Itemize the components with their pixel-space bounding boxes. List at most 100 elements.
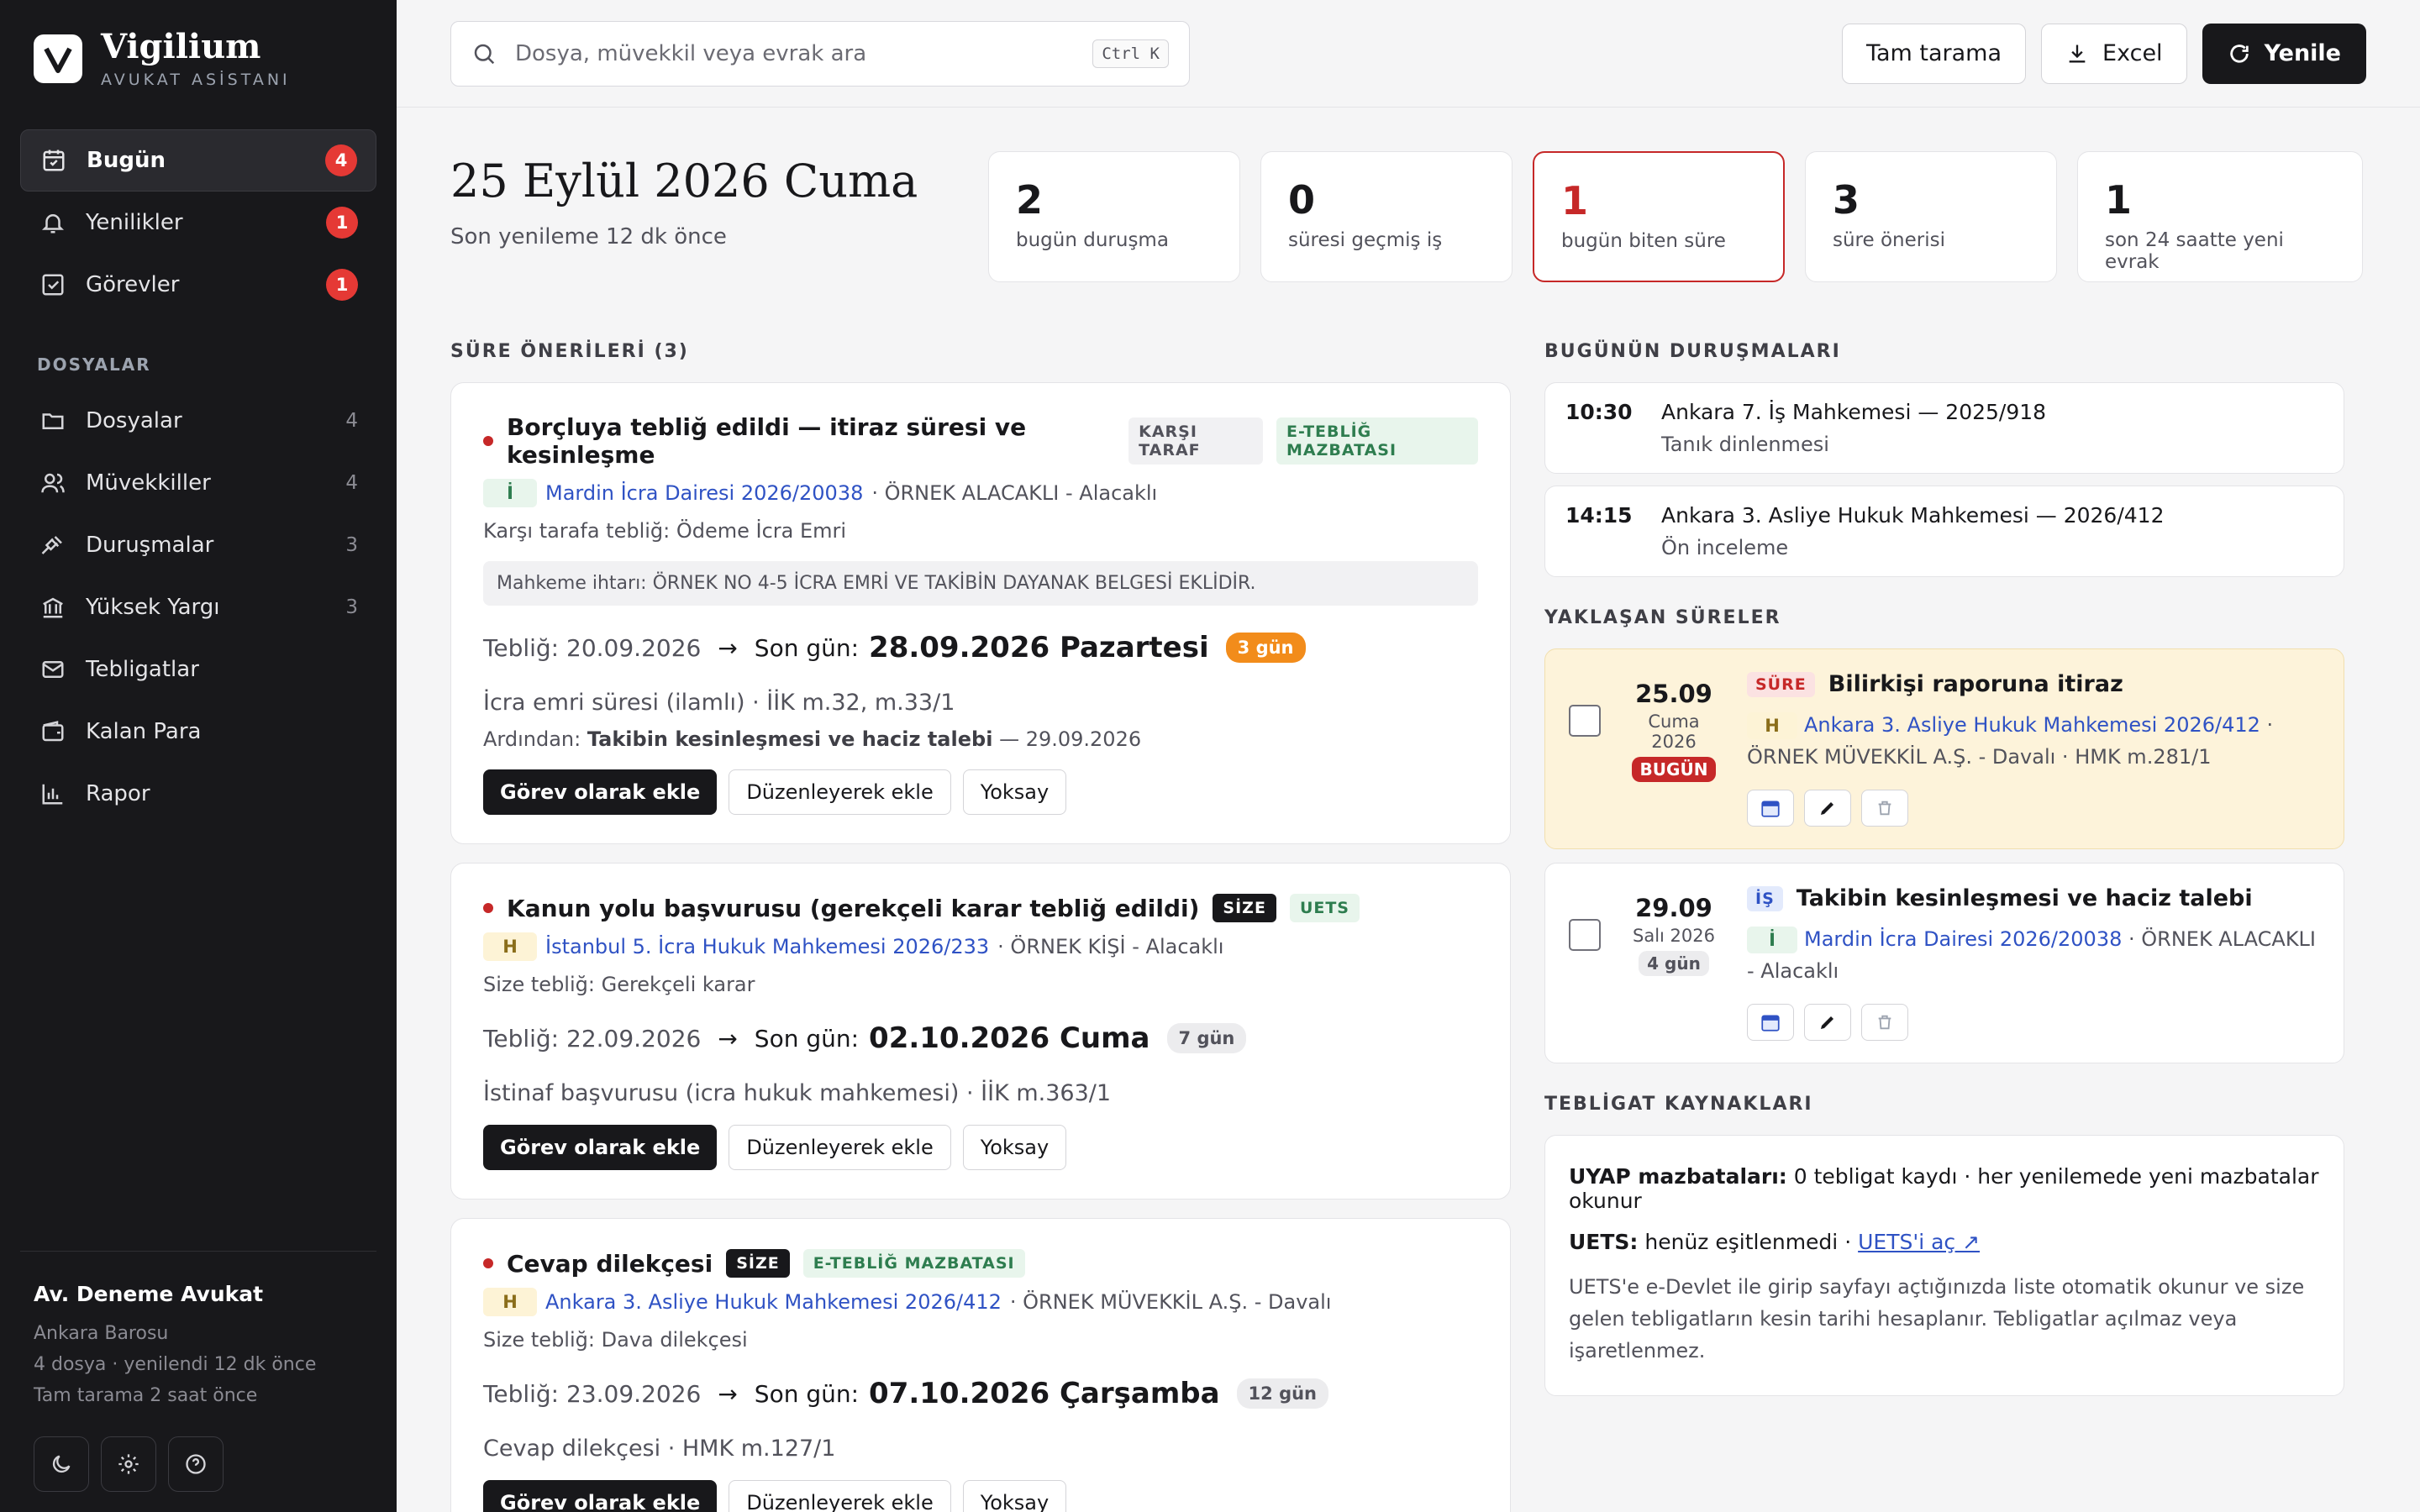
stat-value: 1 (2105, 177, 2133, 223)
delete-button[interactable] (1861, 790, 1908, 827)
deadline-item: 25.09 Cuma 2026 BUGÜN SÜRE Bilirkişi rap… (1544, 648, 2344, 849)
add-task-button[interactable]: Görev olarak ekle (483, 1480, 718, 1512)
arrow-right-icon: → (718, 1379, 738, 1408)
brand[interactable]: Vigilium AVUKAT ASİSTANI (34, 29, 376, 89)
sidebar-item-muvekkiller[interactable]: Müvekkiller 4 (20, 452, 376, 514)
bell-icon (39, 208, 67, 237)
delete-button[interactable] (1861, 1004, 1908, 1041)
stat-value: 0 (1288, 177, 1316, 223)
ignore-button[interactable]: Yoksay (962, 769, 1067, 815)
calendar-icon (39, 146, 68, 175)
suggestions-title: SÜRE ÖNERİLERİ (3) (450, 341, 689, 362)
checkbox-icon (39, 270, 67, 299)
hearing-desc: Ön inceleme (1661, 536, 1789, 559)
last-refresh-text: Son yenileme 12 dk önce (450, 224, 727, 249)
deadline-checkbox[interactable] (1569, 705, 1601, 737)
sidebar-item-dosyalar[interactable]: Dosyalar 4 (20, 390, 376, 452)
party-text: · ÖRNEK MÜVEKKİL A.Ş. - Davalı (1009, 1290, 1332, 1314)
court-ref-link[interactable]: Ankara 3. Asliye Hukuk Mahkemesi 2026/41… (545, 1290, 1002, 1314)
stat-card-overdue[interactable]: 0 süresi geçmiş iş (1260, 151, 1512, 282)
excel-button[interactable]: Excel (2041, 23, 2187, 84)
sidebar-item-rapor[interactable]: Rapor (20, 763, 376, 825)
files-nav: Dosyalar 4 Müvekkiller 4 Duruşmalar 3 Yü… (20, 390, 376, 825)
party-text: · ÖRNEK KİŞİ - Alacaklı (997, 935, 1224, 958)
date-block: 25 Eylül 2026 Cuma Son yenileme 12 dk ön… (450, 151, 988, 249)
court-ref-link[interactable]: İstanbul 5. İcra Hukuk Mahkemesi 2026/23… (545, 935, 989, 958)
notification-badge: 4 (325, 144, 357, 176)
court-ref-link[interactable]: Mardin İcra Dairesi 2026/20038 (1804, 927, 2122, 951)
court-type-chip: H (483, 932, 537, 961)
tag-badge: KARŞI TARAF (1128, 417, 1263, 465)
deadline-title: Takibin kesinleşmesi ve haciz talebi (1796, 885, 2253, 911)
uyap-label: UYAP mazbataları: (1569, 1164, 1787, 1189)
ignore-button[interactable]: Yoksay (962, 1125, 1067, 1170)
service-date: Tebliğ: 20.09.2026 (483, 633, 702, 662)
ignore-button[interactable]: Yoksay (962, 1480, 1067, 1512)
dark-mode-button[interactable] (34, 1436, 89, 1492)
brand-name: Vigilium (101, 27, 261, 66)
edit-button[interactable] (1804, 790, 1851, 827)
full-scan-button[interactable]: Tam tarama (1841, 23, 2027, 84)
search-box[interactable]: Ctrl K (450, 20, 1190, 87)
deadline-item: 29.09 Salı 2026 4 gün İŞ Takibin kesinle… (1544, 863, 2344, 1063)
hearing-item[interactable]: 10:30 Ankara 7. İş Mahkemesi — 2025/918 … (1544, 382, 2344, 474)
edit-add-button[interactable]: Düzenleyerek ekle (729, 769, 951, 815)
sidebar-item-bugun[interactable]: Bugün 4 (20, 129, 376, 192)
last-day-value: 07.10.2026 Çarşamba (869, 1377, 1220, 1410)
legal-rule: İcra emri süresi (ilamlı) · İİK m.32, m.… (483, 690, 955, 716)
edit-button[interactable] (1804, 1004, 1851, 1041)
sidebar-item-count: 3 (345, 596, 358, 618)
calendar-button[interactable] (1747, 1004, 1794, 1041)
help-button[interactable] (168, 1436, 224, 1492)
sidebar-item-yuksek-yargi[interactable]: Yüksek Yargı 3 (20, 576, 376, 638)
sidebar-item-yenilikler[interactable]: Yenilikler 1 (20, 192, 376, 254)
calendar-icon (1761, 801, 1780, 817)
edit-add-button[interactable]: Düzenleyerek ekle (729, 1125, 951, 1170)
stat-card-due-today[interactable]: 1 bugün biten süre (1533, 151, 1785, 282)
deadline-day: 29.09 (1635, 894, 1712, 922)
settings-button[interactable] (101, 1436, 156, 1492)
court-notice: Mahkeme ihtarı: ÖRNEK NO 4-5 İCRA EMRİ V… (483, 561, 1478, 606)
search-input[interactable] (515, 40, 1075, 66)
tag-badge: UETS (1289, 894, 1360, 922)
wallet-icon (39, 717, 67, 746)
add-task-button[interactable]: Görev olarak ekle (483, 1125, 718, 1170)
calendar-button[interactable] (1747, 790, 1794, 827)
sidebar-item-gorevler[interactable]: Görevler 1 (20, 254, 376, 316)
edit-add-button[interactable]: Düzenleyerek ekle (729, 1480, 951, 1512)
court-ref-link[interactable]: Ankara 3. Asliye Hukuk Mahkemesi 2026/41… (1804, 713, 2260, 737)
pencil-icon (1821, 802, 1833, 815)
court-ref-link[interactable]: Mardin İcra Dairesi 2026/20038 (545, 481, 863, 505)
sidebar-item-tebligatlar[interactable]: Tebligatlar (20, 638, 376, 701)
tag-badge: E-TEBLİĞ MAZBATASI (802, 1249, 1025, 1278)
uets-open-link[interactable]: UETS'i aç ↗ (1858, 1230, 1980, 1254)
deadline-weekday: Cuma 2026 (1648, 711, 1700, 752)
refresh-label: Yenile (2264, 40, 2341, 66)
stat-card-new-docs[interactable]: 1 son 24 saatte yeni evrak (2077, 151, 2363, 282)
stat-card-hearings[interactable]: 2 bugün duruşma (988, 151, 1240, 282)
sidebar-item-durusmalar[interactable]: Duruşmalar 3 (20, 514, 376, 576)
uets-note: UETS'e e-Devlet ile girip sayfayı açtığı… (1569, 1275, 2305, 1362)
stat-value: 1 (1561, 178, 1589, 223)
status-dot (483, 903, 493, 913)
brand-logo-icon (34, 34, 82, 83)
hearing-item[interactable]: 14:15 Ankara 3. Asliye Hukuk Mahkemesi —… (1544, 486, 2344, 577)
hearing-desc: Tanık dinlenmesi (1661, 433, 1829, 456)
bar-chart-icon (39, 780, 67, 808)
refresh-button[interactable]: Yenile (2202, 23, 2366, 84)
add-task-button[interactable]: Görev olarak ekle (483, 769, 718, 815)
service-date: Tebliğ: 22.09.2026 (483, 1024, 702, 1053)
sidebar-item-kalan-para[interactable]: Kalan Para (20, 701, 376, 763)
courthouse-icon (39, 593, 67, 622)
legal-rule: İstinaf başvurusu (icra hukuk mahkemesi)… (483, 1080, 1112, 1106)
service-date: Tebliğ: 23.09.2026 (483, 1379, 702, 1408)
uyap-line: UYAP mazbataları: 0 tebligat kaydı · her… (1569, 1164, 2320, 1213)
deadline-checkbox[interactable] (1569, 919, 1601, 951)
follow-up-date: — 29.09.2026 (999, 727, 1142, 751)
page-title: 25 Eylül 2026 Cuma (450, 155, 918, 207)
notification-badge: 1 (326, 269, 358, 301)
tag-badge: SİZE (726, 1249, 790, 1278)
hearing-court: Ankara 3. Asliye Hukuk Mahkemesi — 2026/… (1661, 503, 2165, 528)
court-type-chip: İ (483, 479, 537, 507)
stat-card-suggestions[interactable]: 3 süre önerisi (1805, 151, 2057, 282)
